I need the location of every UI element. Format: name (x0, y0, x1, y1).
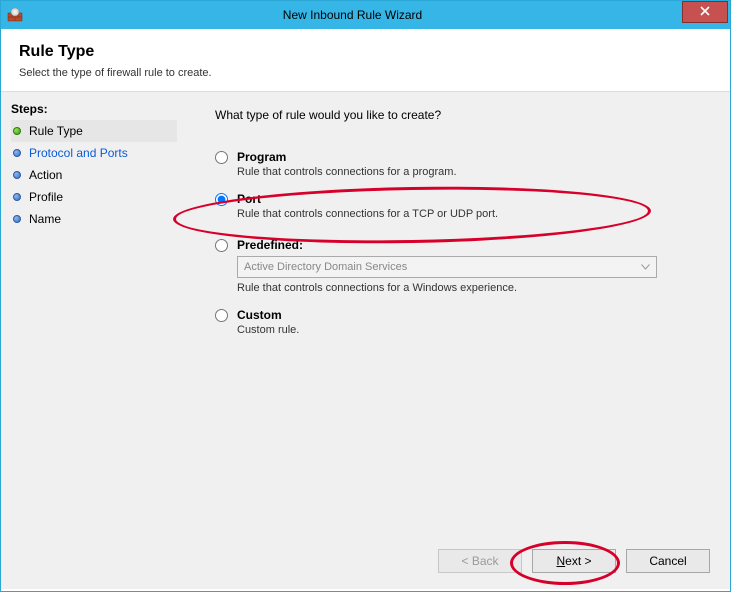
step-label: Name (29, 212, 61, 226)
steps-heading: Steps: (11, 102, 177, 116)
option-port-label: Port (237, 192, 710, 206)
predefined-select[interactable]: Active Directory Domain Services (237, 256, 657, 278)
window-title: New Inbound Rule Wizard (23, 8, 682, 22)
option-port-desc: Rule that controls connections for a TCP… (237, 208, 710, 220)
radio-predefined[interactable] (215, 239, 228, 252)
option-custom-label: Custom (237, 308, 710, 322)
radio-custom[interactable] (215, 309, 228, 322)
step-label: Profile (29, 190, 63, 204)
step-label: Action (29, 168, 62, 182)
wizard-window: New Inbound Rule Wizard Rule Type Select… (0, 0, 731, 592)
bullet-icon (13, 127, 21, 135)
option-port: Port Rule that controls connections for … (215, 192, 710, 220)
wizard-buttons: < Back Next > Cancel (438, 549, 710, 573)
option-predefined: Predefined: Active Directory Domain Serv… (215, 238, 710, 294)
step-name[interactable]: Name (11, 208, 177, 230)
option-program: Program Rule that controls connections f… (215, 150, 710, 178)
step-protocol-and-ports[interactable]: Protocol and Ports (11, 142, 177, 164)
predefined-select-value: Active Directory Domain Services (244, 261, 407, 273)
close-button[interactable] (682, 1, 728, 23)
back-button: < Back (438, 549, 522, 573)
bullet-icon (13, 193, 21, 201)
option-program-label: Program (237, 150, 710, 164)
radio-port[interactable] (215, 193, 228, 206)
back-button-label: < Back (461, 554, 498, 568)
cancel-button-label: Cancel (649, 554, 686, 568)
firewall-icon (7, 7, 23, 23)
page-subtitle: Select the type of firewall rule to crea… (19, 67, 712, 79)
close-icon (700, 5, 710, 19)
bullet-icon (13, 171, 21, 179)
next-button-label: Next > (556, 554, 591, 568)
step-rule-type[interactable]: Rule Type (11, 120, 177, 142)
next-button[interactable]: Next > (532, 549, 616, 573)
cancel-button[interactable]: Cancel (626, 549, 710, 573)
chevron-down-icon (641, 262, 650, 273)
page-title: Rule Type (19, 43, 712, 61)
steps-sidebar: Steps: Rule Type Protocol and Ports Acti… (1, 92, 187, 589)
option-predefined-label: Predefined: (237, 238, 710, 252)
radio-program[interactable] (215, 151, 228, 164)
rule-type-question: What type of rule would you like to crea… (215, 108, 710, 122)
option-custom-desc: Custom rule. (237, 324, 710, 336)
main-panel: What type of rule would you like to crea… (187, 92, 730, 589)
wizard-body: Steps: Rule Type Protocol and Ports Acti… (1, 91, 730, 589)
option-predefined-desc: Rule that controls connections for a Win… (237, 282, 710, 294)
option-custom: Custom Custom rule. (215, 308, 710, 336)
step-label: Rule Type (29, 124, 83, 138)
step-profile[interactable]: Profile (11, 186, 177, 208)
bullet-icon (13, 215, 21, 223)
bullet-icon (13, 149, 21, 157)
step-label: Protocol and Ports (29, 146, 128, 160)
option-program-desc: Rule that controls connections for a pro… (237, 166, 710, 178)
step-action[interactable]: Action (11, 164, 177, 186)
titlebar: New Inbound Rule Wizard (1, 1, 730, 29)
wizard-header: Rule Type Select the type of firewall ru… (1, 29, 730, 91)
